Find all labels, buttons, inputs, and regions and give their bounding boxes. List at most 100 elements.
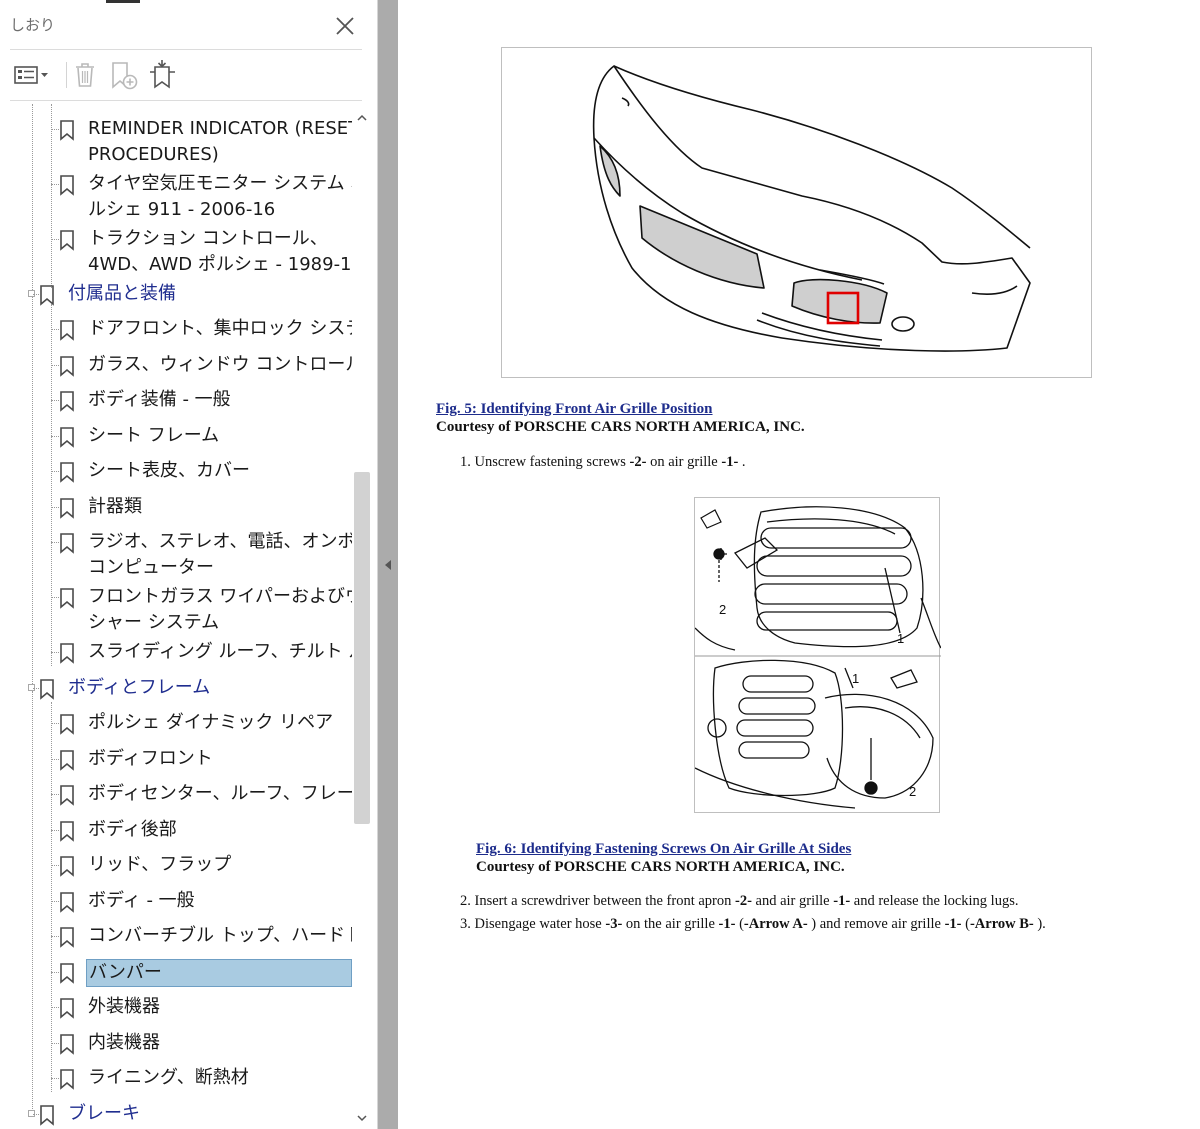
bookmark-scrollbar[interactable] bbox=[352, 104, 372, 1129]
bookmark-item[interactable]: トラクション コントロール、 4WD、AWD ポルシェ - 1989-15 bbox=[0, 226, 352, 278]
step-1: 1. Unscrew fastening screws -2- on air g… bbox=[460, 454, 746, 471]
bookmark-folder[interactable]: 付属品と装備 bbox=[0, 281, 352, 307]
bookmark-label: トラクション コントロール、 4WD、AWD ポルシェ - 1989-15 bbox=[88, 226, 352, 278]
reference-label: -Arrow B- bbox=[969, 916, 1034, 932]
step-text: . bbox=[738, 454, 746, 470]
callout-2: 2 bbox=[719, 602, 726, 617]
step-text: Disengage water hose bbox=[474, 916, 606, 932]
bookmark-label: フロントガラス ワイパーおよびウォッシャー システム bbox=[88, 584, 352, 636]
bookmark-label: 付属品と装備 bbox=[68, 281, 176, 307]
tree-connector bbox=[51, 184, 59, 185]
bookmark-icon bbox=[40, 1105, 54, 1126]
callout-1: 1 bbox=[897, 631, 904, 646]
step-number: 1. bbox=[460, 454, 475, 470]
step-text: on air grille bbox=[646, 454, 722, 470]
bookmark-item[interactable]: リッド、フラップ bbox=[0, 852, 352, 878]
chevron-down-icon[interactable] bbox=[356, 1112, 368, 1124]
bookmark-label-line: フロントガラス ワイパーおよびウォッ bbox=[88, 586, 352, 607]
new-bookmark-button[interactable] bbox=[108, 58, 140, 92]
bookmark-label-line: バンパー bbox=[89, 962, 162, 983]
list-options-icon bbox=[14, 66, 48, 84]
bookmark-icon bbox=[60, 391, 74, 412]
bookmark-item[interactable]: コンバーチブル トップ、ハードトップ bbox=[0, 923, 352, 949]
step-text: ). bbox=[1033, 916, 1046, 932]
tree-connector bbox=[51, 1043, 59, 1044]
bookmark-label: ボディとフレーム bbox=[68, 675, 210, 701]
tree-connector bbox=[51, 865, 59, 866]
find-bookmark-button[interactable] bbox=[146, 58, 180, 92]
close-panel-button[interactable] bbox=[330, 11, 360, 41]
bookmark-item[interactable]: ドアフロント、集中ロック システム bbox=[0, 316, 352, 342]
bookmark-item[interactable]: ポルシェ ダイナミック リペア bbox=[0, 710, 352, 736]
air-grille-screws-figure: 2 1 1 2 bbox=[694, 497, 942, 813]
tree-connector bbox=[51, 1078, 59, 1079]
step-number: 2. bbox=[460, 893, 475, 909]
bookmark-icon bbox=[60, 927, 74, 948]
bookmark-item[interactable]: 内装機器 bbox=[0, 1030, 352, 1056]
bookmark-icon bbox=[60, 588, 74, 609]
front-bumper-illustration bbox=[592, 65, 1031, 352]
tree-connector bbox=[51, 436, 59, 437]
bookmark-label: ボディセンター、ルーフ、フレーム bbox=[88, 781, 352, 807]
bookmark-label: コンバーチブル トップ、ハードトップ bbox=[88, 923, 352, 949]
scrollbar-thumb[interactable] bbox=[354, 472, 370, 824]
bookmark-item[interactable]: ガラス、ウィンドウ コントロール bbox=[0, 352, 352, 378]
bookmark-label: スライディング ルーフ、チルト ルーフ bbox=[88, 639, 352, 665]
bookmark-item[interactable]: タイヤ空気圧モニター システム ポルシェ 911 - 2006-16 bbox=[0, 171, 352, 223]
bookmark-item[interactable]: ラジオ、ステレオ、電話、オンボードコンピューター bbox=[0, 529, 352, 581]
bookmark-item[interactable]: ボディ後部 bbox=[0, 817, 352, 843]
bookmark-label-line: 外装機器 bbox=[88, 996, 160, 1017]
step-text: Unscrew fastening screws bbox=[474, 454, 630, 470]
bookmark-icon bbox=[60, 892, 74, 913]
reference-label: -1- bbox=[718, 916, 736, 932]
bookmark-item[interactable]: 外装機器 bbox=[0, 994, 352, 1020]
bookmark-label-line: シート フレーム bbox=[88, 425, 220, 446]
chevron-up-icon[interactable] bbox=[356, 112, 368, 124]
bookmark-label-line: コンバーチブル トップ、ハードトップ bbox=[88, 925, 352, 946]
bookmark-label: ボディ - 一般 bbox=[88, 888, 195, 914]
bookmark-label-line: リッド、フラップ bbox=[88, 854, 232, 875]
bookmark-label-line: 付属品と装備 bbox=[68, 283, 176, 304]
bookmark-item[interactable]: バンパー bbox=[0, 959, 352, 987]
fig6-caption-link[interactable]: Fig. 6: Identifying Fastening Screws On … bbox=[476, 841, 851, 858]
bookmark-item[interactable]: スライディング ルーフ、チルト ルーフ bbox=[0, 639, 352, 665]
bookmark-icon bbox=[60, 320, 74, 341]
fig5-caption-link[interactable]: Fig. 5: Identifying Front Air Grille Pos… bbox=[436, 401, 713, 418]
delete-bookmark-button[interactable] bbox=[70, 58, 100, 92]
step-text: ( bbox=[961, 916, 970, 932]
fig6-courtesy: Courtesy of PORSCHE CARS NORTH AMERICA, … bbox=[476, 859, 845, 875]
fig5-courtesy: Courtesy of PORSCHE CARS NORTH AMERICA, … bbox=[436, 419, 805, 435]
reference-label: -1- bbox=[721, 454, 739, 470]
step-text: Insert a screwdriver between the front a… bbox=[474, 893, 735, 909]
bookmark-item[interactable]: 計器類 bbox=[0, 494, 352, 520]
tree-connector bbox=[51, 936, 59, 937]
options-menu-button[interactable] bbox=[10, 58, 56, 92]
bookmark-label: ラジオ、ステレオ、電話、オンボードコンピューター bbox=[88, 529, 352, 581]
reference-label: -2- bbox=[629, 454, 647, 470]
bookmark-icon bbox=[60, 175, 74, 196]
collapse-panel-icon[interactable] bbox=[382, 557, 394, 573]
bookmark-item[interactable]: シート表皮、カバー bbox=[0, 458, 352, 484]
bookmark-label: バンパー bbox=[86, 959, 352, 987]
bookmark-item[interactable]: フロントガラス ワイパーおよびウォッシャー システム bbox=[0, 584, 352, 636]
trash-icon bbox=[76, 63, 94, 87]
panel-tab-indicator bbox=[106, 0, 140, 3]
panel-splitter[interactable] bbox=[378, 0, 398, 1129]
tree-connector bbox=[51, 972, 59, 973]
bookmark-label-line: コンピューター bbox=[88, 557, 214, 578]
bookmark-icon bbox=[60, 998, 74, 1019]
bookmark-item[interactable]: ボディセンター、ルーフ、フレーム bbox=[0, 781, 352, 807]
bookmark-label: REMINDER INDICATOR (RESET PROCEDURES) bbox=[88, 116, 352, 168]
bookmark-item[interactable]: ボディ - 一般 bbox=[0, 888, 352, 914]
callout-2: 2 bbox=[909, 784, 916, 799]
reference-label: -Arrow A- bbox=[743, 916, 808, 932]
bookmark-item[interactable]: REMINDER INDICATOR (RESET PROCEDURES) bbox=[0, 116, 352, 168]
bookmark-folder[interactable]: ボディとフレーム bbox=[0, 675, 352, 701]
bookmark-label: ライニング、断熱材 bbox=[88, 1065, 249, 1091]
bookmark-item[interactable]: ライニング、断熱材 bbox=[0, 1065, 352, 1091]
bookmark-item[interactable]: ボディフロント bbox=[0, 746, 352, 772]
bookmark-item[interactable]: シート フレーム bbox=[0, 423, 352, 449]
bookmark-label: シート フレーム bbox=[88, 423, 219, 449]
bookmark-item[interactable]: ボディ装備 - 一般 bbox=[0, 387, 352, 413]
bookmark-folder[interactable]: ブレーキ bbox=[0, 1101, 352, 1127]
